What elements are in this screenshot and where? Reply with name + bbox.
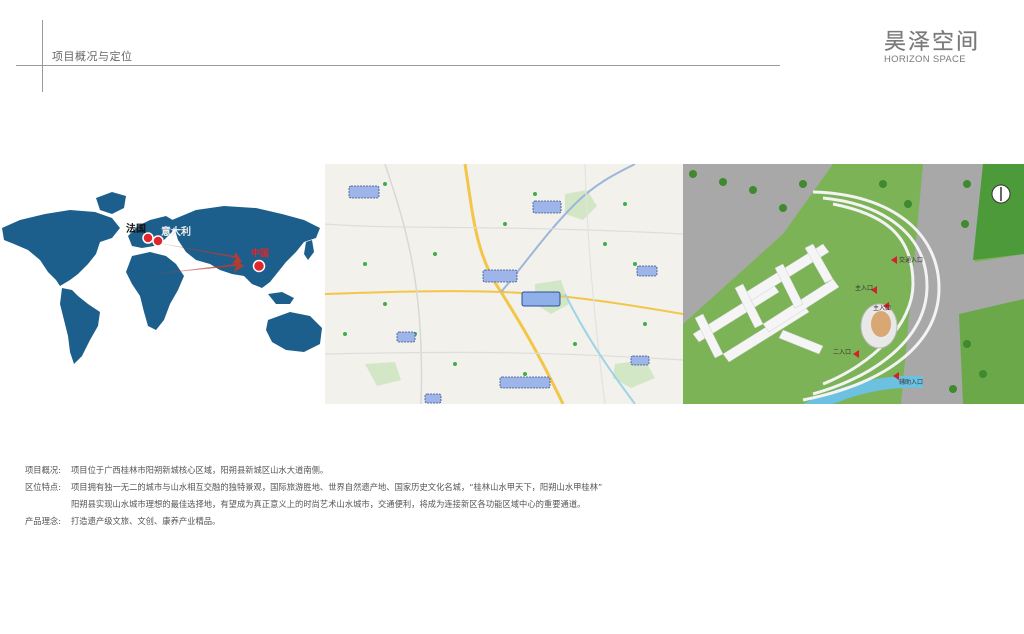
- entrance-auxiliary: 辅助入口: [899, 378, 923, 386]
- brand-logo: 昊泽空间 HORIZON SPACE: [884, 24, 980, 65]
- overview-label: 项目概况:: [25, 465, 61, 475]
- world-map: 法国 意大利 中国: [0, 180, 330, 370]
- location-label: 区位特点:: [25, 482, 61, 492]
- overview-row: 项目概况: 项目位于广西桂林市阳朔新城核心区域，阳朔县新城区山水大道南侧。: [25, 462, 602, 479]
- location-text-1: 项目拥有独一无二的城市与山水相互交融的独特景观，国际旅游胜地、世界自然遗产地、国…: [71, 482, 603, 492]
- entrance-main-2: 主入口: [873, 304, 891, 312]
- label-italy: 意大利: [161, 225, 191, 238]
- concept-text: 打造遗产级文旅、文创、康养产业精品。: [71, 516, 221, 526]
- header-vertical-rule: [42, 20, 43, 92]
- concept-row: 产品理念: 打造遗产级文旅、文创、康养产业精品。: [25, 513, 602, 530]
- entrance-second: 二入口: [833, 349, 851, 356]
- location-row: 区位特点: 项目拥有独一无二的城市与山水相互交融的独特景观，国际旅游胜地、世界自然…: [25, 479, 602, 496]
- brand-name-en: HORIZON SPACE: [884, 54, 966, 65]
- concept-label: 产品理念:: [25, 516, 61, 526]
- label-france: 法国: [126, 222, 146, 235]
- site-plan: 交通入口 主入口 主入口 二入口 辅助入口: [683, 164, 1024, 404]
- location-text-2: 阳朔县实现山水城市理想的最佳选择地，有望成为真正意义上的时尚艺术山水城市，交通便…: [71, 499, 586, 509]
- regional-map: [325, 164, 683, 404]
- section-title: 项目概况与定位: [52, 50, 133, 63]
- continents: [2, 192, 322, 364]
- brand-name-cn: 昊泽空间: [884, 30, 981, 55]
- entrance-transport: 交通入口: [899, 256, 923, 264]
- entrance-main: 主入口: [855, 284, 873, 292]
- overview-text: 项目位于广西桂林市阳朔新城核心区域，阳朔县新城区山水大道南侧。: [71, 465, 329, 475]
- header-horizontal-rule: [16, 65, 780, 66]
- location-row-2: 阳朔县实现山水城市理想的最佳选择地，有望成为真正意义上的时尚艺术山水城市，交通便…: [25, 496, 602, 513]
- label-china: 中国: [251, 247, 269, 259]
- project-description: 项目概况: 项目位于广西桂林市阳朔新城核心区域，阳朔县新城区山水大道南侧。 区位特…: [25, 462, 602, 530]
- marker-china: [252, 259, 266, 273]
